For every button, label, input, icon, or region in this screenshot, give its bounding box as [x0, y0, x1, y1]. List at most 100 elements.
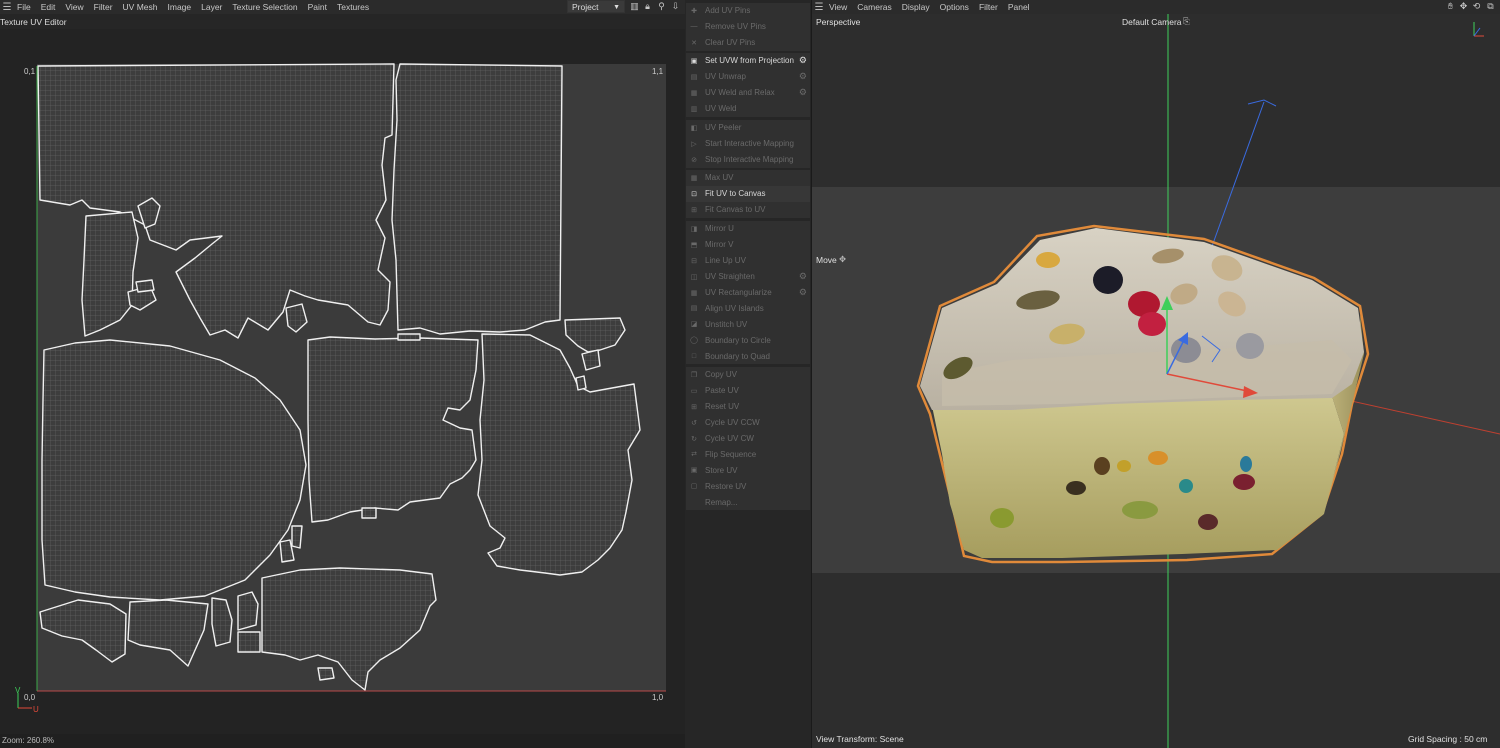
menu-texture-selection[interactable]: Texture Selection — [227, 0, 302, 14]
reset-uv-button[interactable]: ⊞ Reset UV — [686, 399, 810, 415]
remap-button[interactable]: Remap... — [686, 494, 810, 510]
line-up-uv-button[interactable]: ⊟ Line Up UV — [686, 253, 810, 269]
command-group-peeler: ◧ UV Peeler ▷ Start Interactive Mapping ⊘ S… — [686, 120, 810, 168]
fit-uv-icon: ⊡ — [691, 190, 697, 198]
cycle-uv-ccw-button[interactable]: ↺ Cycle UV CCW — [686, 415, 810, 431]
projection-icon: ▣ — [690, 57, 698, 65]
menu-view[interactable]: View — [826, 0, 852, 14]
align-uv-islands-button[interactable]: ▤ Align UV Islands — [686, 300, 810, 316]
perspective-label[interactable]: Perspective — [816, 17, 860, 27]
boundary-to-circle-button[interactable]: ◯ Boundary to Circle — [686, 332, 810, 348]
camera-icon[interactable]: ⎘ — [1183, 16, 1190, 27]
menu-layer[interactable]: Layer — [196, 0, 227, 14]
gear-icon[interactable]: ⚙ — [799, 87, 807, 98]
project-dropdown[interactable]: Project ▼ — [567, 0, 625, 13]
uv-island — [285, 303, 308, 333]
fit-canvas-to-uv-button[interactable]: ⊞ Fit Canvas to UV — [686, 202, 810, 218]
play-icon: ▷ — [691, 140, 697, 148]
pin-icon[interactable]: ⚲ — [656, 1, 667, 12]
hamburger-menu-icon[interactable]: ☰ — [0, 0, 14, 14]
menu-edit[interactable]: Edit — [36, 0, 61, 14]
mirror-u-button[interactable]: ◨ Mirror U — [686, 221, 810, 237]
weld-relax-icon: ▦ — [690, 89, 698, 97]
menu-view[interactable]: View — [60, 0, 88, 14]
unstitch-uv-button[interactable]: ◪ Unstitch UV — [686, 316, 810, 332]
remove-uv-pins-button[interactable]: — Remove UV Pins — [686, 19, 810, 35]
menu-options[interactable]: Options — [935, 0, 974, 14]
restore-uv-button[interactable]: ▢ Restore UV — [686, 478, 810, 494]
uv-island — [81, 211, 139, 337]
3d-viewport[interactable]: Perspective Default Camera ⎘ Move ✥ View… — [812, 14, 1500, 748]
mirror-u-icon: ◨ — [690, 225, 698, 233]
set-uvw-from-projection-button[interactable]: ▣ Set UVW from Projection ⚙ — [686, 53, 810, 69]
copy-uv-button[interactable]: ❐ Copy UV — [686, 367, 810, 383]
uv-weld-relax-label: UV Weld and Relax — [705, 88, 775, 98]
menu-filter[interactable]: Filter — [974, 0, 1003, 14]
gear-icon[interactable]: ⚙ — [799, 55, 807, 66]
rotate-icon[interactable]: ⟲ — [1471, 1, 1482, 12]
move-arrows-icon[interactable]: ✥ — [1458, 1, 1469, 12]
restore-icon: ▢ — [690, 483, 698, 491]
uv-weld-button[interactable]: ▥ UV Weld — [686, 101, 810, 117]
menu-image[interactable]: Image — [163, 0, 197, 14]
reset-uv-label: Reset UV — [705, 402, 740, 412]
menu-cameras[interactable]: Cameras — [852, 0, 896, 14]
menu-filter[interactable]: Filter — [89, 0, 118, 14]
uv-straighten-label: UV Straighten — [705, 272, 755, 282]
uv-island — [127, 599, 209, 667]
fit-canvas-to-uv-label: Fit Canvas to UV — [705, 205, 766, 215]
add-uv-pins-button[interactable]: ✚ Add UV Pins — [686, 3, 810, 19]
move-tool-label: Move — [816, 255, 837, 265]
menu-paint[interactable]: Paint — [303, 0, 332, 14]
remove-uv-pins-label: Remove UV Pins — [705, 22, 766, 32]
menu-display[interactable]: Display — [897, 0, 935, 14]
histogram-icon[interactable]: ▥ — [629, 1, 640, 12]
remap-label: Remap... — [705, 497, 738, 507]
store-uv-button[interactable]: ▣ Store UV — [686, 462, 810, 478]
fit-uv-to-canvas-button[interactable]: ⊡ Fit UV to Canvas — [686, 185, 810, 202]
fit-uv-to-canvas-label: Fit UV to Canvas — [705, 189, 766, 199]
start-interactive-mapping-button[interactable]: ▷ Start Interactive Mapping — [686, 136, 810, 152]
boundary-to-circle-label: Boundary to Circle — [705, 335, 771, 345]
hand-icon[interactable]: ✋︎ — [1445, 1, 1456, 12]
menu-uv-mesh[interactable]: UV Mesh — [118, 0, 163, 14]
lock-icon[interactable]: 🔒︎ — [642, 1, 653, 12]
uv-island — [564, 317, 626, 353]
uv-unwrap-button[interactable]: ▤ UV Unwrap ⚙ — [686, 69, 810, 85]
menu-panel[interactable]: Panel — [1003, 0, 1035, 14]
stop-interactive-mapping-label: Stop Interactive Mapping — [705, 155, 794, 165]
gear-icon[interactable]: ⚙ — [799, 71, 807, 82]
mirror-v-button[interactable]: ⬒ Mirror V — [686, 237, 810, 253]
uv-weld-relax-button[interactable]: ▦ UV Weld and Relax ⚙ — [686, 85, 810, 101]
arrow-down-icon[interactable]: ⇩ — [670, 1, 681, 12]
cycle-cw-icon: ↻ — [691, 435, 697, 443]
line-up-icon: ⊟ — [691, 257, 697, 265]
uv-island — [211, 597, 233, 647]
uv-islands[interactable] — [0, 29, 685, 734]
viewport-menubar: ☰ View Cameras Display Options Filter Pa… — [812, 0, 1500, 14]
uv-peeler-button[interactable]: ◧ UV Peeler — [686, 120, 810, 136]
uv-straighten-button[interactable]: ◫ UV Straighten ⚙ — [686, 269, 810, 285]
paste-uv-button[interactable]: ▭ Paste UV — [686, 383, 810, 399]
uv-rectangularize-button[interactable]: ▦ UV Rectangularize ⚙ — [686, 285, 810, 301]
boundary-to-quad-button[interactable]: □ Boundary to Quad — [686, 348, 810, 364]
store-uv-label: Store UV — [705, 465, 738, 475]
flip-sequence-button[interactable]: ⇄ Flip Sequence — [686, 446, 810, 462]
max-uv-label: Max UV — [705, 173, 734, 183]
cycle-uv-cw-label: Cycle UV CW — [705, 434, 754, 443]
gear-icon[interactable]: ⚙ — [799, 287, 807, 298]
camera-label[interactable]: Default Camera — [1122, 17, 1182, 27]
menu-textures[interactable]: Textures — [332, 0, 374, 14]
maximize-icon[interactable]: ⧉ — [1485, 1, 1496, 12]
uv-peeler-label: UV Peeler — [705, 123, 742, 133]
menu-file[interactable]: File — [14, 0, 36, 14]
clear-uv-pins-button[interactable]: ✕ Clear UV Pins — [686, 35, 810, 51]
stop-interactive-mapping-button[interactable]: ⊘ Stop Interactive Mapping — [686, 152, 810, 168]
hamburger-menu-icon[interactable]: ☰ — [812, 0, 826, 14]
cake-model[interactable] — [812, 14, 1500, 748]
project-dropdown-value: Project — [572, 2, 599, 12]
max-uv-button[interactable]: ▦ Max UV — [686, 170, 810, 186]
cycle-uv-cw-button[interactable]: ↻ Cycle UV CW — [686, 431, 810, 447]
gear-icon[interactable]: ⚙ — [799, 271, 807, 282]
corner-label-top-right: 1,1 — [652, 67, 664, 76]
